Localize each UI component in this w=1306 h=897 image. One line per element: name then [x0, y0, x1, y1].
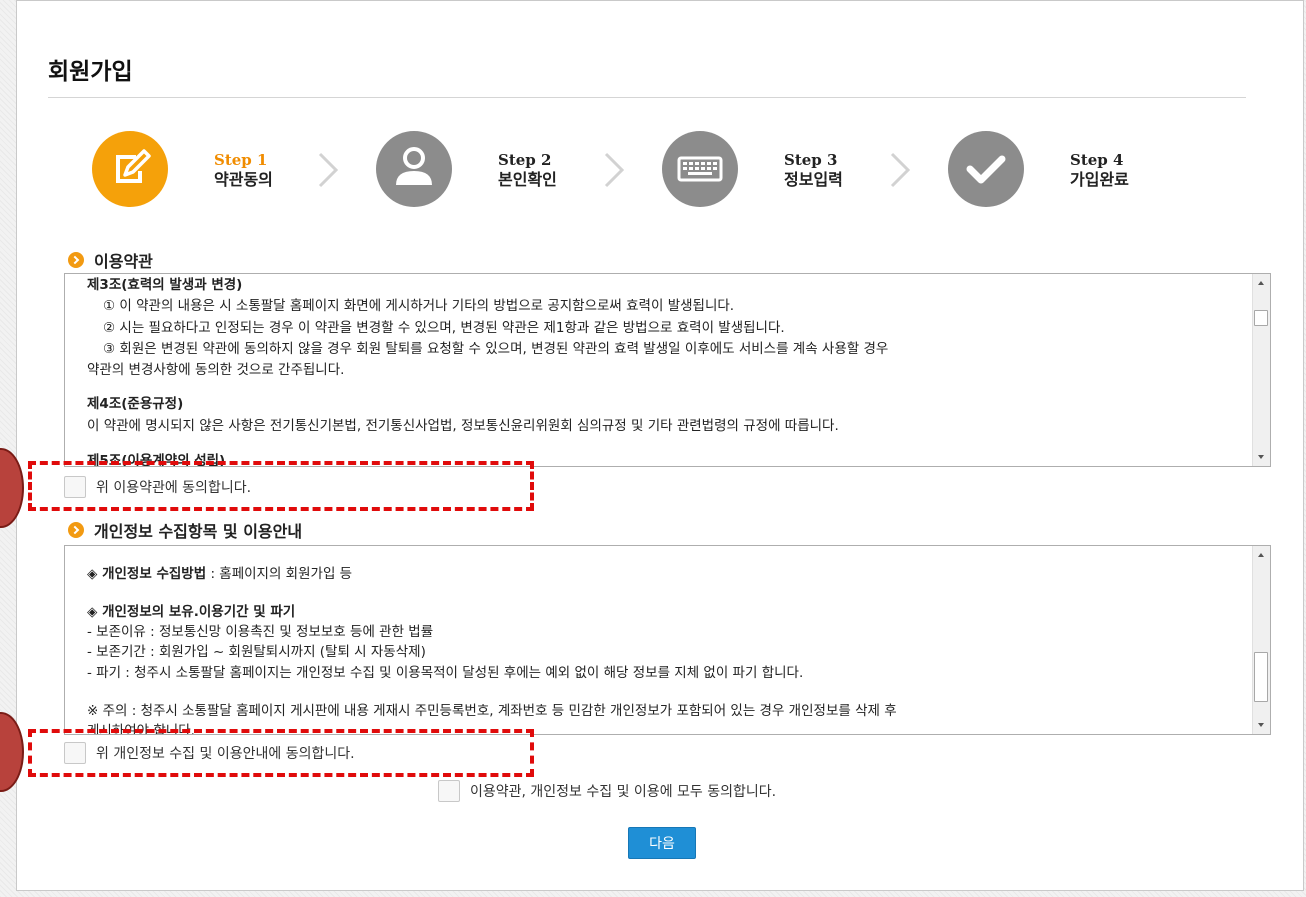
step-1-number: Step 1	[214, 151, 268, 169]
privacy-method-line: ◈ 개인정보 수집방법 : 홈페이지의 회원가입 등	[87, 564, 352, 585]
privacy-retention-line: - 파기 : 청주시 소통팔달 홈페이지는 개인정보 수집 및 이용목적이 달성…	[87, 665, 804, 681]
step-1-label: 약관동의	[214, 170, 273, 189]
page-title: 회원가입	[48, 59, 133, 85]
privacy-method-label: ◈ 개인정보 수집방법	[87, 566, 207, 582]
privacy-textbox[interactable]: ◈ 개인정보 수집방법 : 홈페이지의 회원가입 등 ◈ 개인정보의 보유.이용…	[64, 545, 1271, 735]
agree-all-row[interactable]: 이용약관, 개인정보 수집 및 이용에 모두 동의합니다.	[438, 780, 776, 802]
chevron-bullet-icon	[68, 522, 84, 538]
scroll-down-arrow-icon[interactable]	[1253, 717, 1270, 734]
step-3-label: 정보입력	[784, 170, 843, 189]
chevron-right-icon	[318, 152, 339, 188]
chevron-right-icon	[890, 152, 911, 188]
next-button[interactable]: 다음	[628, 827, 696, 859]
agree-all-checkbox[interactable]	[438, 780, 460, 802]
step-2-label: 본인확인	[498, 170, 557, 189]
terms-textbox[interactable]: 제3조(효력의 발생과 변경) ① 이 약관의 내용은 시 소통팔달 홈페이지 …	[64, 273, 1271, 467]
person-icon	[396, 147, 432, 185]
terms-title-text: 이용약관	[94, 252, 153, 271]
scroll-thumb[interactable]	[1254, 652, 1268, 702]
terms-section-title: 이용약관	[68, 248, 153, 272]
terms-line: 이 약관에 명시되지 않은 사항은 전기통신기본법, 전기통신사업법, 정보통신…	[87, 418, 839, 434]
privacy-retention-title: ◈ 개인정보의 보유.이용기간 및 파기	[87, 604, 296, 620]
privacy-retention-line: - 보존기간 : 회원가입 ~ 회원탈퇴시까지 (탈퇴 시 자동삭제)	[87, 644, 426, 660]
check-icon	[966, 155, 1006, 184]
terms-line: ① 이 약관의 내용은 시 소통팔달 홈페이지 화면에 게시하거나 기타의 방법…	[103, 298, 735, 314]
terms-line: 약관의 변경사항에 동의한 것으로 간주됩니다.	[87, 362, 345, 378]
step-4-circle	[948, 131, 1024, 207]
scroll-down-arrow-icon[interactable]	[1253, 449, 1270, 466]
step-2-number: Step 2	[498, 151, 552, 169]
step-4-label: 가입완료	[1070, 170, 1129, 189]
terms-scrollbar[interactable]	[1252, 274, 1270, 466]
privacy-title-text: 개인정보 수집항목 및 이용안내	[94, 522, 303, 541]
scroll-up-arrow-icon[interactable]	[1253, 274, 1270, 291]
terms-line: ② 시는 필요하다고 인정되는 경우 이 약관을 변경할 수 있으며, 변경된 …	[103, 320, 785, 336]
edit-icon	[116, 149, 151, 183]
title-divider	[48, 97, 1246, 98]
step-2-circle	[376, 131, 452, 207]
terms-line: 제3조(효력의 발생과 변경)	[87, 277, 243, 293]
terms-line: 제4조(준용규정)	[87, 396, 184, 412]
privacy-section-title: 개인정보 수집항목 및 이용안내	[68, 518, 302, 542]
scroll-thumb[interactable]	[1254, 310, 1268, 326]
privacy-notice: ※ 주의 : 청주시 소통팔달 홈페이지 게시판에 내용 게재시 주민등록번호,…	[87, 703, 897, 719]
terms-line: ③ 회원은 변경된 약관에 동의하지 않을 경우 회원 탈퇴를 요청할 수 있으…	[103, 341, 889, 357]
step-3-circle	[662, 131, 738, 207]
highlight-box-terms	[28, 461, 534, 511]
privacy-retention-line: - 보존이유 : 정보통신망 이용촉진 및 정보보호 등에 관한 법률	[87, 624, 434, 640]
agree-all-label: 이용약관, 개인정보 수집 및 이용에 모두 동의합니다.	[470, 784, 777, 800]
step-1-circle	[92, 131, 168, 207]
keyboard-icon	[677, 156, 723, 182]
step-3-number: Step 3	[784, 151, 838, 169]
privacy-method-value: : 홈페이지의 회원가입 등	[206, 566, 353, 582]
privacy-scrollbar[interactable]	[1252, 546, 1270, 734]
chevron-right-icon	[604, 152, 625, 188]
chevron-bullet-icon	[68, 252, 84, 268]
step-4-number: Step 4	[1070, 151, 1124, 169]
highlight-box-privacy	[28, 729, 534, 777]
scroll-up-arrow-icon[interactable]	[1253, 546, 1270, 563]
